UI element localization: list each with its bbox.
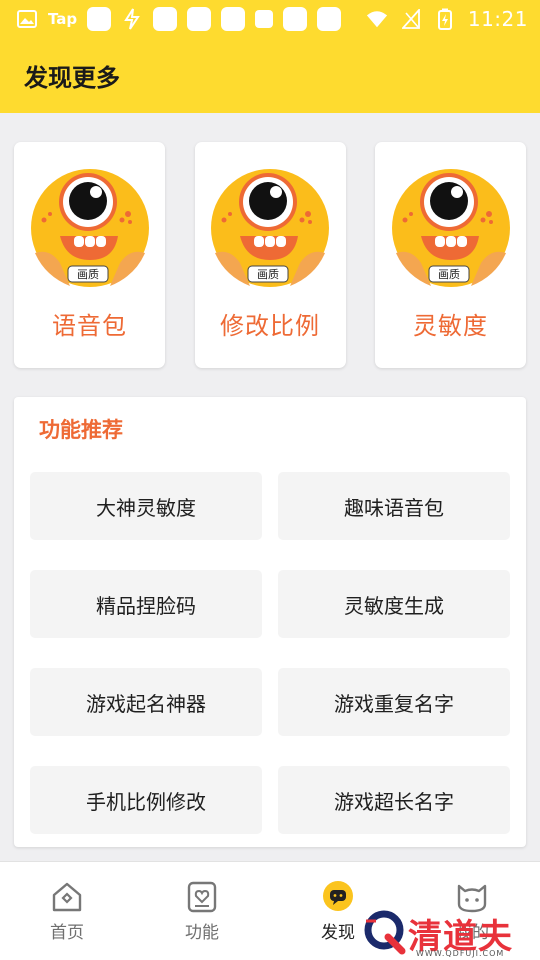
wifi-icon: [366, 8, 388, 30]
notification-icon: [187, 7, 212, 31]
notification-icon: [255, 10, 274, 28]
nav-label: 发现: [321, 923, 355, 943]
sensitivity-card[interactable]: 画质 灵敏度: [375, 142, 526, 368]
notification-icon: [87, 7, 112, 31]
status-time: 11:21: [467, 7, 528, 31]
modify-ratio-card[interactable]: 画质 修改比例: [194, 142, 346, 368]
mascot-avatar-icon: 画质: [391, 169, 510, 287]
nav-label: 首页: [50, 923, 84, 943]
notification-icon: [153, 7, 178, 31]
mascot-badge-text: 画质: [438, 268, 460, 281]
voice-pack-card[interactable]: 画质 语音包: [14, 142, 165, 368]
heart-card-icon: [187, 881, 217, 913]
feature-button-sensitivity-generator[interactable]: 灵敏度生成: [278, 570, 510, 638]
status-bar: Tap 11:21: [0, 0, 540, 38]
feature-button-long-name[interactable]: 游戏超长名字: [278, 766, 510, 834]
feature-button-fun-voice-pack[interactable]: 趣味语音包: [278, 472, 510, 540]
taptap-icon: Tap: [48, 10, 78, 28]
card-label: 修改比例: [220, 312, 320, 340]
notification-icon: [317, 7, 342, 31]
card-label: 语音包: [52, 312, 127, 340]
mascot-avatar-icon: 画质: [30, 169, 149, 287]
site-watermark: 清道夫 WWW.QDFUJI.COM: [358, 905, 538, 960]
mascot-badge-text: 画质: [77, 268, 99, 281]
notification-icon: [283, 7, 308, 31]
nav-label: 功能: [185, 923, 219, 943]
mascot-avatar-icon: 画质: [211, 169, 329, 287]
category-cards: 画质 语音包 画质 修改比例 画质 灵敏度: [14, 142, 526, 368]
no-signal-icon: [400, 8, 422, 30]
lightning-icon: [121, 8, 143, 30]
card-label: 灵敏度: [413, 312, 488, 340]
feature-button-screen-ratio[interactable]: 手机比例修改: [30, 766, 262, 834]
notification-icon: [221, 7, 246, 31]
feature-recommend-panel: 功能推荐 大神灵敏度 趣味语音包 精品捏脸码 灵敏度生成 游戏起名神器 游戏重复…: [14, 397, 526, 847]
feature-button-name-generator[interactable]: 游戏起名神器: [30, 668, 262, 736]
feature-button-duplicate-name[interactable]: 游戏重复名字: [278, 668, 510, 736]
page-title: 发现更多: [24, 64, 120, 92]
watermark-url: WWW.QDFUJI.COM: [416, 949, 505, 958]
battery-charging-icon: [434, 8, 456, 30]
feature-button-face-code[interactable]: 精品捏脸码: [30, 570, 262, 638]
home-icon: [52, 882, 82, 912]
mascot-badge-text: 画质: [257, 268, 279, 281]
feature-grid: 大神灵敏度 趣味语音包 精品捏脸码 灵敏度生成 游戏起名神器 游戏重复名字 手机…: [30, 472, 510, 834]
gallery-icon: [16, 8, 38, 30]
nav-item-home[interactable]: 首页: [27, 880, 107, 943]
nav-item-features[interactable]: 功能: [162, 880, 242, 943]
panel-title: 功能推荐: [39, 418, 123, 442]
watermark-logo-icon: [364, 910, 406, 955]
chat-bubble-icon: [323, 881, 353, 911]
feature-button-pro-sensitivity[interactable]: 大神灵敏度: [30, 472, 262, 540]
app-header: 发现更多: [0, 38, 540, 113]
